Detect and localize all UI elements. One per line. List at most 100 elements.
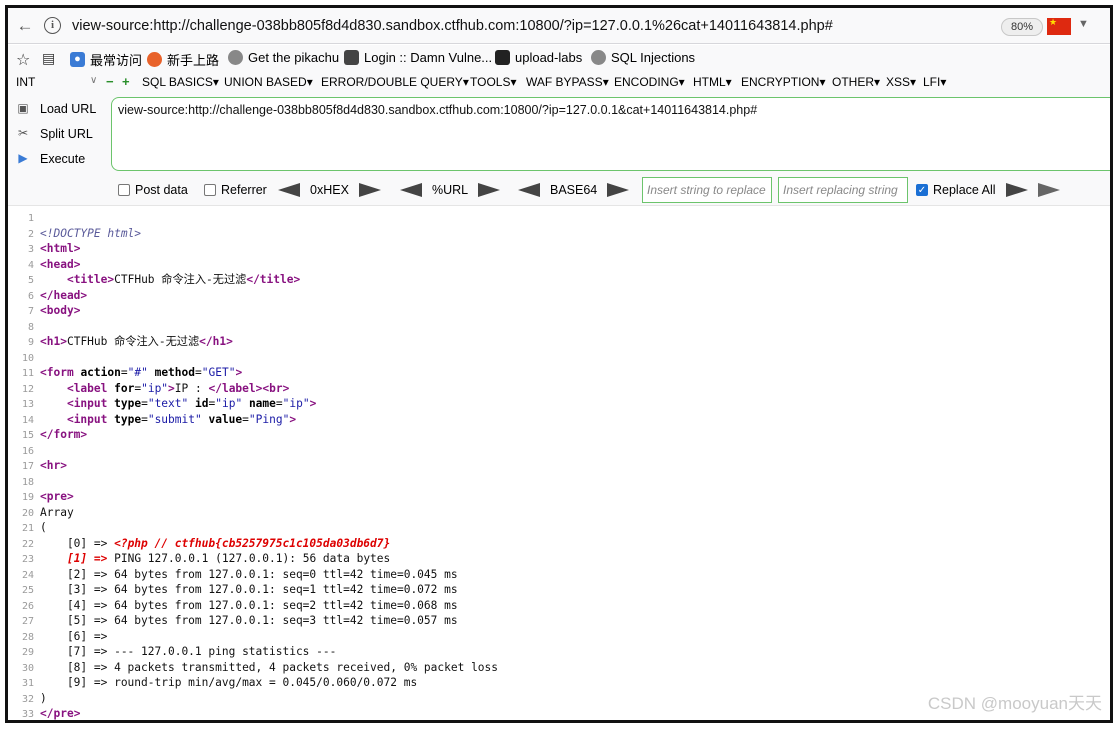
line-number: 26 (21, 600, 34, 612)
line-number: 4 (27, 259, 34, 271)
firefox-icon (147, 52, 162, 67)
source-line: 23 [1] => PING 127.0.0.1 (127.0.0.1): 56… (8, 551, 390, 567)
source-line: 7 <body> (8, 303, 80, 319)
bookmark-dvwa[interactable]: Login :: Damn Vulne... (344, 50, 492, 65)
bookmark-label: upload-labs (515, 50, 583, 65)
arrow-right-icon[interactable] (607, 183, 630, 197)
arrow-right-icon[interactable] (478, 183, 501, 197)
line-number: 19 (21, 492, 34, 503)
arrow-left-icon[interactable] (278, 183, 300, 197)
chevron-down-icon[interactable]: ▼ (1078, 18, 1089, 30)
line-number: 27 (21, 616, 34, 627)
source-line: 18 (8, 474, 40, 490)
menu-encryption[interactable]: ENCRYPTION▾ (741, 75, 826, 89)
menu-union-based[interactable]: UNION BASED▾ (224, 75, 313, 89)
globe-icon: ● (70, 52, 85, 67)
page-source-view: 1 2 <!DOCTYPE html> 3 <html> 4 <head> 5 <title>… (8, 205, 1110, 720)
source-code-text: <label for="ip">IP : </label><br> (66, 381, 290, 395)
line-number: 6 (27, 290, 34, 302)
watermark: CSDN @mooyuan天天 (927, 694, 1102, 713)
hex-encode-control[interactable]: 0xHEX (278, 183, 381, 197)
menu-lfi[interactable]: LFI▾ (923, 75, 946, 89)
replace-string-input[interactable]: Insert string to replace (642, 177, 772, 203)
source-line: 29 [7] => --- 127.0.0.1 ping statistics … (8, 644, 336, 660)
menu-xss[interactable]: XSS▾ (886, 75, 916, 89)
bookmark-label: Get the pikachu (248, 50, 340, 65)
execute-button[interactable]: ▶ Execute (14, 151, 85, 167)
bookmark-pikachu[interactable]: Get the pikachu (228, 50, 339, 65)
referrer-label: Referrer (221, 183, 267, 197)
source-line: 32) (8, 691, 47, 707)
arrow-right-icon[interactable] (358, 183, 381, 197)
source-code-text: [0] => <?php // ctfhub{cb5257975c1c105da… (40, 536, 391, 550)
source-code-text: <form action="#" method="GET"> (40, 366, 243, 379)
replace-all-checkbox[interactable]: ✓ Replace All (916, 183, 996, 197)
check-icon[interactable]: ✓ (916, 184, 928, 196)
bookmark-upload-labs[interactable]: upload-labs (495, 50, 582, 65)
line-number: 15 (21, 430, 34, 441)
source-line: 26 [4] => 64 bytes from 127.0.0.1: seq=2… (8, 598, 458, 614)
line-number: 21 (21, 523, 34, 534)
referrer-checkbox[interactable]: Referrer (204, 183, 267, 197)
globe-icon (591, 50, 606, 65)
menu-other[interactable]: OTHER▾ (832, 75, 880, 89)
menu-tools[interactable]: TOOLS▾ (470, 75, 517, 89)
bookmark-most-visited[interactable]: ● 最常访问 (70, 50, 142, 69)
line-number: 17 (21, 461, 34, 472)
type-select[interactable]: INT (16, 75, 35, 89)
source-line: 9 <h1>CTFHub 命令注入-无过滤</h1> (8, 334, 233, 350)
back-arrow-icon[interactable]: ← (14, 15, 36, 37)
replace-all-label: Replace All (933, 183, 996, 197)
url-text[interactable]: view-source:http://challenge-038bb805f8d… (72, 18, 833, 34)
line-number: 16 (21, 445, 34, 457)
load-url-button[interactable]: ▣ Load URL (14, 101, 96, 117)
checkbox-box[interactable] (118, 184, 130, 196)
url-encode-control[interactable]: %URL (400, 183, 501, 197)
bookmarks-toolbar: ☆ ▤ ● 最常访问 新手上路 Get the pikachu Login ::… (8, 45, 1110, 71)
source-line: 22 [0] => <?php // ctfhub{cb5257975c1c10… (8, 536, 390, 552)
source-code-text: <pre> (40, 490, 74, 503)
zoom-level-badge[interactable]: 80% (1001, 18, 1043, 36)
source-line: 20 Array (8, 505, 74, 521)
source-line: 13 <input type="text" id="ip" name="ip"> (8, 396, 316, 412)
url-textarea[interactable]: view-source:http://challenge-038bb805f8d… (111, 97, 1110, 171)
star-icon[interactable]: ☆ (16, 50, 30, 70)
menu-html[interactable]: HTML▾ (693, 75, 732, 89)
menu-waf-bypass[interactable]: WAF BYPASS▾ (526, 75, 609, 89)
replace-arrows[interactable] (1006, 183, 1060, 197)
browser-window: ← i view-source:http://challenge-038bb80… (5, 5, 1113, 723)
menu-sql-basics[interactable]: SQL BASICS▾ (142, 75, 219, 89)
base64-control[interactable]: BASE64 (518, 183, 630, 197)
library-icon[interactable]: ▤ (42, 50, 55, 67)
scissors-icon: ✂ (17, 126, 29, 140)
minus-icon[interactable]: − (106, 74, 114, 89)
source-code-text: [8] => 4 packets transmitted, 4 packets … (40, 660, 499, 674)
line-number: 3 (27, 244, 34, 255)
post-data-checkbox[interactable]: Post data (118, 183, 188, 197)
arrow-right-icon[interactable] (1006, 183, 1028, 197)
arrow-right-icon[interactable] (1038, 183, 1060, 197)
hackbar-panel: ▣ Load URL ✂ Split URL ▶ Execute view-so… (8, 93, 1110, 205)
hex-label: 0xHEX (310, 183, 349, 197)
source-line: 33 </pre> (8, 706, 80, 720)
line-number: 9 (27, 337, 34, 348)
arrow-left-icon[interactable] (400, 183, 422, 197)
line-number: 23 (21, 554, 34, 565)
info-icon[interactable]: i (44, 17, 61, 34)
arrow-left-icon[interactable] (518, 183, 540, 197)
chevron-down-icon[interactable]: ∨ (90, 75, 97, 86)
source-code-text: [1] => PING 127.0.0.1 (127.0.0.1): 56 da… (66, 552, 391, 565)
address-bar: ← i view-source:http://challenge-038bb80… (8, 8, 1110, 44)
source-code-text: [4] => 64 bytes from 127.0.0.1: seq=2 tt… (40, 598, 458, 612)
bookmark-sql-injections[interactable]: SQL Injections (591, 50, 695, 65)
bookmark-getting-started[interactable]: 新手上路 (147, 50, 219, 69)
china-flag-icon: ★ (1047, 17, 1071, 35)
split-url-button[interactable]: ✂ Split URL (14, 126, 93, 142)
checkbox-box[interactable] (204, 184, 216, 196)
replacing-string-input[interactable]: Insert replacing string (778, 177, 908, 203)
plus-icon[interactable]: + (122, 74, 130, 89)
line-number: 24 (21, 569, 34, 581)
menu-encoding[interactable]: ENCODING▾ (614, 75, 685, 89)
line-number: 11 (21, 368, 34, 379)
menu-error-double-query[interactable]: ERROR/DOUBLE QUERY▾ (321, 75, 469, 89)
